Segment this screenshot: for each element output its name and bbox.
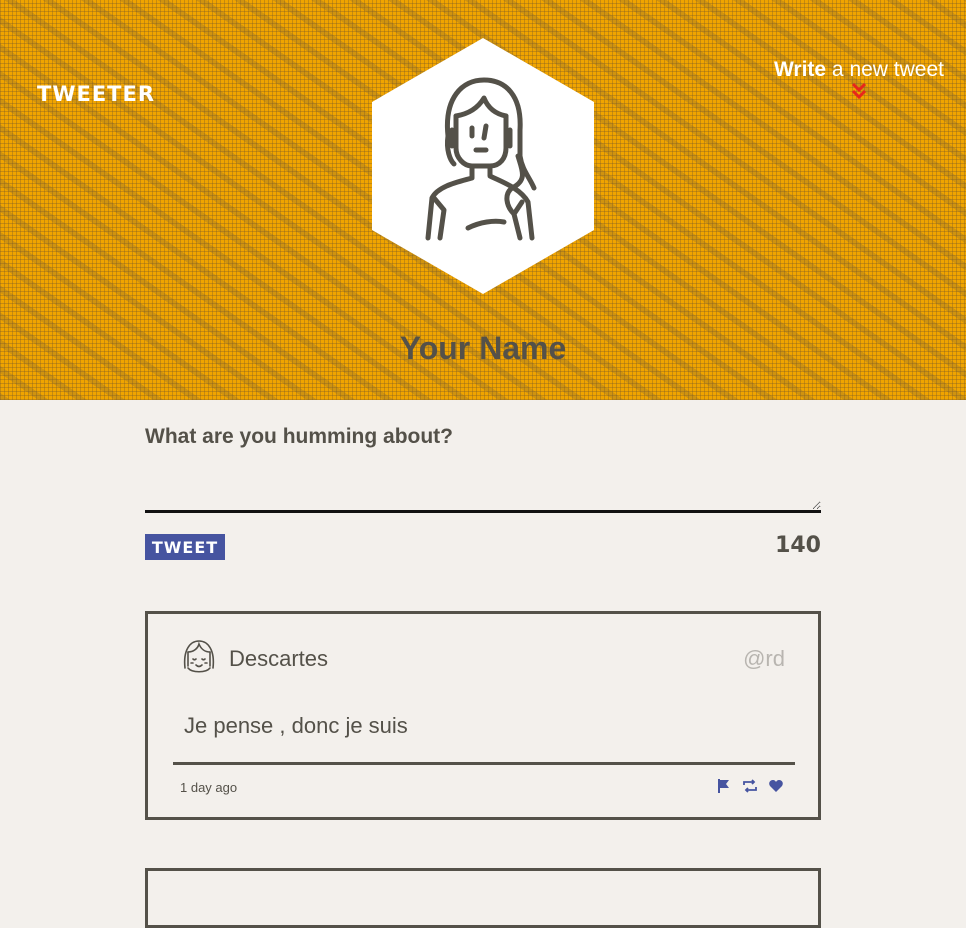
tweet-divider	[173, 762, 795, 765]
tweet-input[interactable]	[145, 457, 821, 513]
tweet-text: Je pense , donc je suis	[184, 713, 408, 738]
write-tweet-toggle[interactable]: Write a new tweet	[774, 58, 944, 100]
tweet-author-handle[interactable]: @rd	[743, 646, 785, 672]
tweet-actions	[716, 778, 784, 794]
double-chevron-down-icon[interactable]	[851, 82, 867, 100]
tweet-button[interactable]: TWEET	[145, 534, 225, 560]
brand-logo[interactable]: TWEETER	[37, 82, 155, 106]
write-tweet-toggle-rest: a new tweet	[826, 58, 944, 81]
flag-icon[interactable]	[716, 778, 732, 794]
author-avatar-icon	[183, 640, 215, 673]
compose-area: What are you humming about? TWEET 140	[145, 400, 821, 564]
profile-header: TWEETER Write a new tweet Your Name	[0, 0, 966, 400]
compose-label: What are you humming about?	[145, 425, 453, 448]
profile-avatar	[372, 38, 594, 294]
tweet-timestamp: 1 day ago	[180, 780, 238, 795]
tweet-author-name[interactable]: Descartes	[229, 646, 328, 672]
character-counter: 140	[775, 533, 821, 558]
tweet-card: Descartes @rd Je pense , donc je suis 1 …	[145, 611, 821, 820]
compose-actions: TWEET 140	[145, 533, 821, 564]
heart-icon[interactable]	[768, 778, 784, 794]
write-tweet-toggle-strong: Write	[773, 58, 827, 81]
retweet-icon[interactable]	[742, 778, 758, 794]
profile-name: Your Name	[399, 330, 567, 366]
tweet-card	[145, 868, 821, 928]
